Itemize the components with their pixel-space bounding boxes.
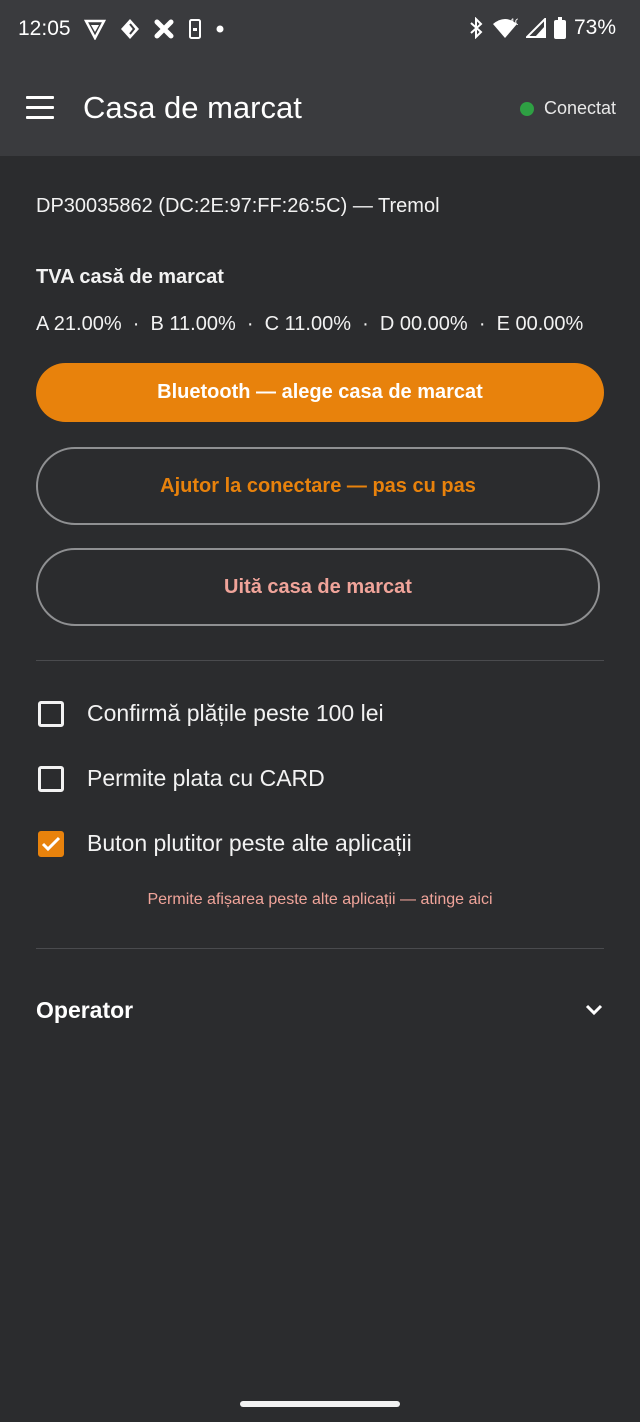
phone-app-icon <box>189 19 201 39</box>
connection-status: Conectat <box>519 98 616 119</box>
operator-label: Operator <box>36 996 134 1023</box>
app-bar: Casa de marcat Conectat <box>0 60 640 156</box>
option-allow-card[interactable]: Permite plata cu CARD <box>36 765 325 792</box>
status-time: 12:05 <box>18 17 71 40</box>
option-confirm-payments[interactable]: Confirmă plățile peste 100 lei <box>36 700 384 727</box>
battery-percent: 73% <box>573 16 616 39</box>
option-label: Buton plutitor peste alte aplicații <box>87 830 412 856</box>
hamburger-menu-icon[interactable] <box>26 96 56 120</box>
home-indicator[interactable] <box>240 1401 400 1407</box>
status-icons-left <box>84 18 224 40</box>
checkbox-floating-button[interactable] <box>38 830 64 857</box>
tva-title: TVA casă de marcat <box>36 266 224 288</box>
divider <box>36 660 604 661</box>
overlay-permission-link[interactable]: Permite afișarea peste alte aplicații — … <box>0 891 640 909</box>
option-label: Permite plata cu CARD <box>87 765 325 791</box>
option-floating-button[interactable]: Buton plutitor peste alte aplicații <box>36 830 412 857</box>
option-label: Confirmă plățile peste 100 lei <box>87 700 384 726</box>
bluetooth-select-button[interactable]: Bluetooth — alege casa de marcat <box>36 363 604 422</box>
device-info: DP30035862 (DC:2E:97:FF:26:5C) — Tremol <box>36 195 440 217</box>
bluetooth-icon <box>470 17 483 39</box>
signal-icon <box>525 18 546 38</box>
operator-section[interactable]: Operator <box>36 990 604 1030</box>
wifi-icon: 4G <box>492 18 518 38</box>
status-bar: 12:05 4G <box>0 0 640 60</box>
forget-device-button[interactable]: Uită casa de marcat <box>36 548 600 626</box>
dot-icon <box>216 25 224 33</box>
checkbox-confirm-payments[interactable] <box>38 700 64 727</box>
network-type-text: 4G <box>509 18 518 28</box>
status-icons-right: 4G 73% <box>468 16 616 40</box>
page-title: Casa de marcat <box>83 90 302 125</box>
connection-help-button[interactable]: Ajutor la conectare — pas cu pas <box>36 447 600 525</box>
crossed-app-icon <box>154 19 174 39</box>
connection-dot-icon <box>519 101 534 116</box>
chevron-down-icon <box>585 1004 603 1016</box>
tva-rates: A 21.00% · B 11.00% · C 11.00% · D 00.00… <box>36 313 584 335</box>
divider <box>36 948 604 949</box>
diamond-app-icon <box>121 19 139 39</box>
vpn-shield-icon <box>84 19 106 40</box>
connection-label: Conectat <box>543 98 616 118</box>
battery-icon <box>553 17 566 39</box>
checkbox-allow-card[interactable] <box>38 765 64 792</box>
check-icon <box>41 836 61 851</box>
